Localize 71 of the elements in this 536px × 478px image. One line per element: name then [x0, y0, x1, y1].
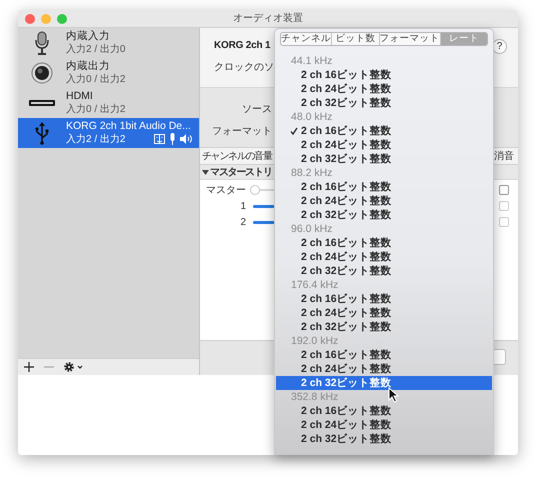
rate-header: 176.4 kHz — [290, 278, 338, 292]
device-title: KORG 2ch 1 — [214, 39, 270, 53]
speaker-icon — [180, 134, 193, 144]
mute-checkbox[interactable] — [499, 201, 509, 211]
menu-item[interactable]: 2 ch 32ビット整数 — [276, 152, 492, 166]
menu-item[interactable]: 2 ch 16ビット整数 — [276, 404, 492, 418]
channel-label: 1 — [239, 200, 247, 214]
checkmark-icon — [290, 127, 298, 135]
menu-item[interactable]: 2 ch 16ビット整数 — [276, 180, 492, 194]
microphone-icon — [34, 31, 50, 55]
slider-thumb[interactable] — [250, 185, 260, 195]
hdmi-logo-icon — [29, 99, 55, 107]
menu-item[interactable]: 2 ch 16ビット整数 — [276, 68, 492, 82]
menu-item[interactable]: 2 ch 32ビット整数 — [276, 208, 492, 222]
rate-header: 96.0 kHz — [290, 222, 332, 236]
device-item[interactable]: KORG 2ch 1bit Audio De... 入力2 / 出力2 — [18, 118, 199, 148]
cursor-icon — [388, 387, 399, 403]
format-label: フォーマット — [212, 125, 272, 139]
window-title: オーディオ装置 — [233, 12, 303, 26]
microphone-icon — [169, 133, 176, 145]
device-item[interactable]: 内蔵出力 入力0 / 出力2 — [18, 58, 199, 88]
menu-item[interactable]: 2 ch 24ビット整数 — [276, 306, 492, 320]
channel-label: マスター — [205, 184, 247, 198]
menu-item[interactable]: 2 ch 32ビット整数 — [276, 264, 492, 278]
device-io-count: 入力0 / 出力2 — [66, 103, 126, 116]
menu-item[interactable]: 2 ch 24ビット整数 — [276, 82, 492, 96]
device-item[interactable]: 内蔵入力 入力2 / 出力0 — [18, 28, 199, 58]
finder-icon — [154, 134, 165, 144]
disclosure-triangle-icon[interactable] — [202, 168, 209, 176]
segment-tab[interactable]: チャンネル — [281, 33, 331, 45]
menu-item[interactable]: 2 ch 32ビット整数 — [276, 96, 492, 110]
minimize-button[interactable] — [41, 14, 51, 24]
menu-item[interactable]: 2 ch 32ビット整数 — [276, 432, 492, 446]
stream-label: マスターストリ — [210, 166, 272, 180]
speaker-icon — [31, 62, 53, 84]
device-name: KORG 2ch 1bit Audio De... — [66, 120, 191, 133]
source-label: ソース — [242, 103, 272, 117]
menu-item[interactable]: 2 ch 16ビット整数 — [276, 236, 492, 250]
menu-item[interactable]: 2 ch 24ビット整数 — [276, 138, 492, 152]
device-name: 内蔵出力 — [66, 60, 110, 73]
menu-item[interactable]: 2 ch 32ビット整数 — [276, 376, 492, 390]
menu-item[interactable]: 2 ch 16ビット整数 — [276, 292, 492, 306]
device-io-count: 入力2 / 出力0 — [66, 43, 126, 56]
device-item[interactable]: HDMI 入力0 / 出力2 — [18, 88, 199, 118]
clock-source-label: クロックのソ — [214, 61, 274, 75]
menu-item[interactable]: 2 ch 24ビット整数 — [276, 362, 492, 376]
menu-item[interactable]: 2 ch 32ビット整数 — [276, 320, 492, 334]
close-button[interactable] — [25, 14, 35, 24]
menu-item[interactable]: 2 ch 24ビット整数 — [276, 194, 492, 208]
zoom-button[interactable] — [57, 14, 67, 24]
rate-header: 352.8 kHz — [290, 390, 338, 404]
menu-item[interactable]: 2 ch 16ビット整数 — [276, 348, 492, 362]
segment-tab[interactable]: ビット数 — [331, 33, 378, 45]
channel-label: 2 — [239, 216, 247, 230]
menu-item[interactable]: 2 ch 24ビット整数 — [276, 250, 492, 264]
mute-checkbox[interactable] — [499, 185, 509, 195]
menu-item[interactable]: 2 ch 16ビット整数 — [276, 124, 492, 138]
device-name: HDMI — [66, 90, 93, 103]
device-io-count: 入力2 / 出力2 — [66, 133, 126, 146]
mute-checkbox[interactable] — [499, 217, 509, 227]
menu-item[interactable]: 2 ch 24ビット整数 — [276, 418, 492, 432]
rate-header: 88.2 kHz — [290, 166, 332, 180]
column-header: 消音 — [494, 150, 514, 164]
rate-header: 192.0 kHz — [290, 334, 338, 348]
device-name: 内蔵入力 — [66, 30, 110, 43]
usb-icon — [35, 121, 49, 145]
rate-header: 48.0 kHz — [290, 110, 332, 124]
column-header: チャンネルの音量 — [202, 150, 272, 164]
device-io-count: 入力0 / 出力2 — [66, 73, 126, 86]
rate-header: 44.1 kHz — [290, 54, 332, 68]
add-icon[interactable] — [24, 362, 34, 372]
